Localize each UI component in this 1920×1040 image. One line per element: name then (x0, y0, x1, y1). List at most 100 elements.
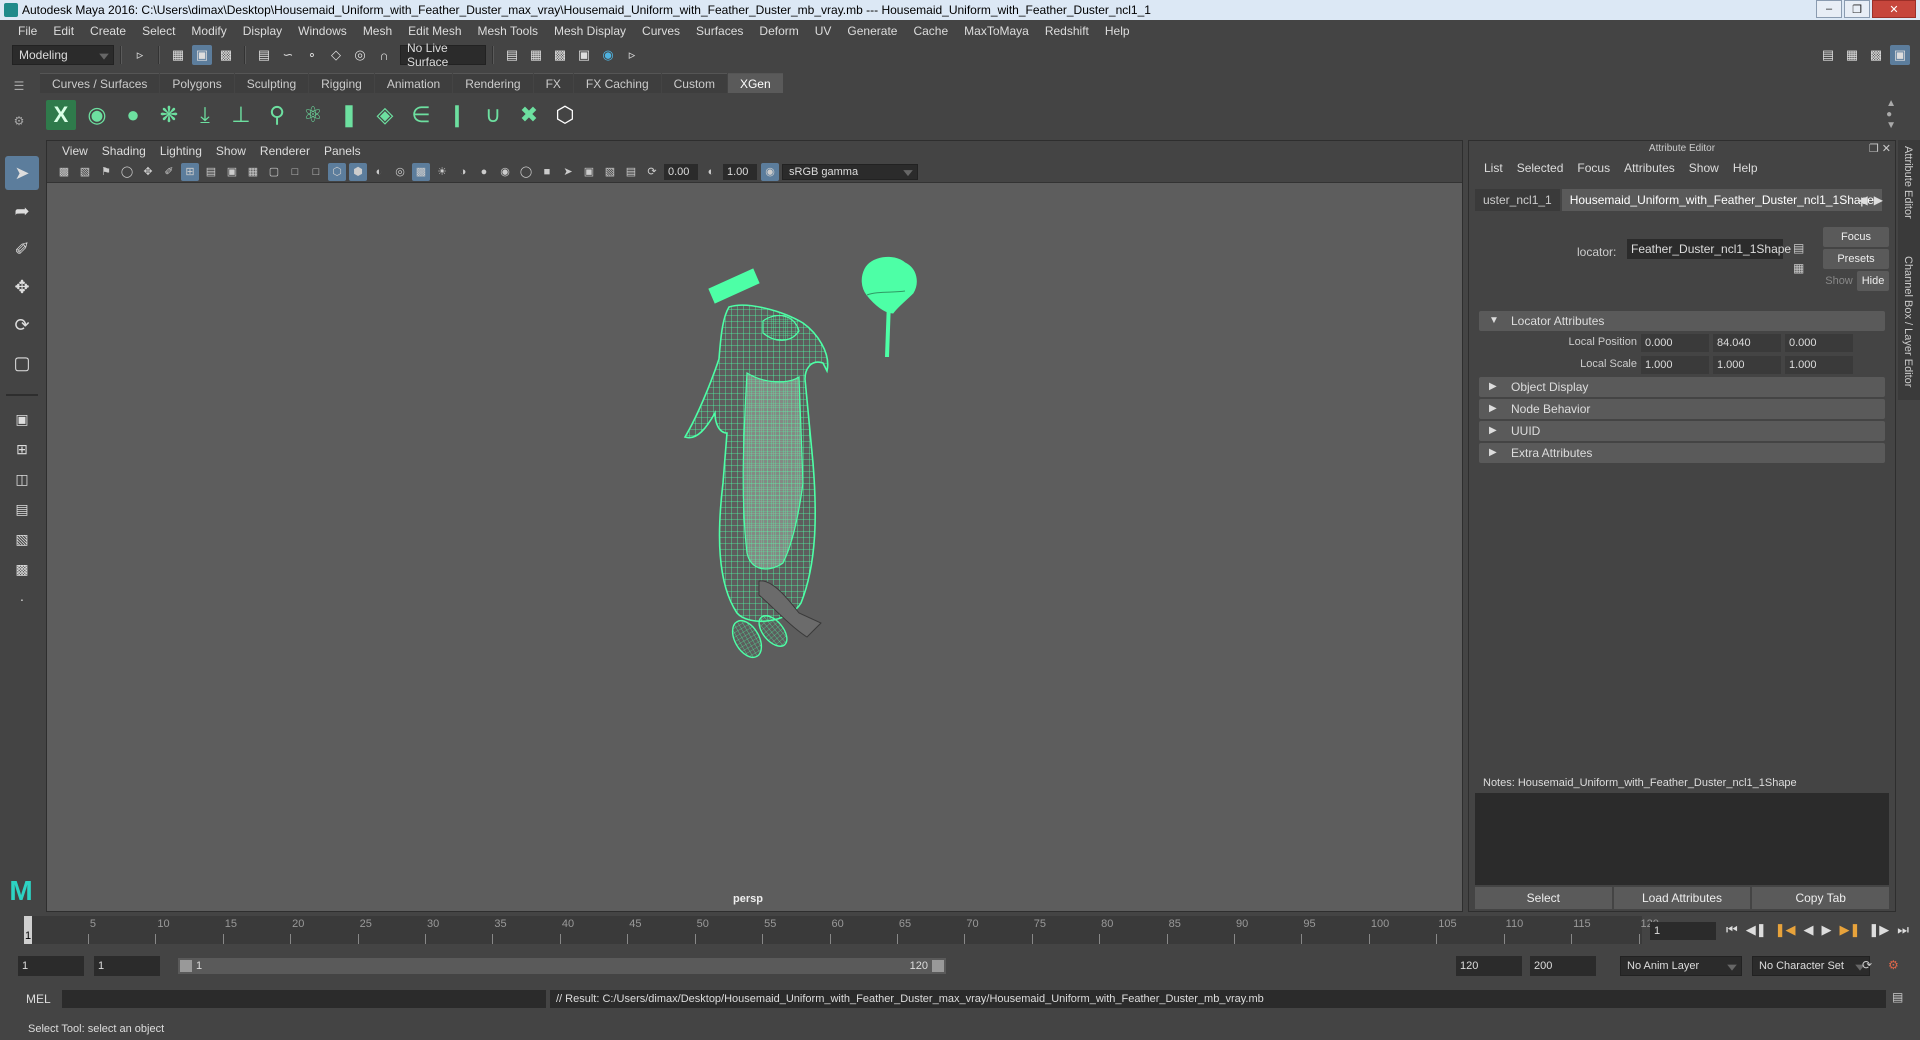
anti-aliasing-icon[interactable]: ◯ (517, 163, 535, 181)
range-end-handle[interactable] (932, 960, 944, 972)
step-forward-key-icon[interactable]: ❚▶ (1868, 922, 1889, 938)
menu-create[interactable]: Create (82, 24, 134, 38)
xgen-editor-icon[interactable]: X (46, 100, 76, 130)
menu-help[interactable]: Help (1097, 24, 1138, 38)
viewport-menu-shading[interactable]: Shading (95, 144, 153, 158)
xgen-sculpt-guides-icon[interactable]: ❚ (334, 100, 364, 130)
single-perspective-layout-icon[interactable]: ▣ (5, 406, 39, 432)
render-settings-icon[interactable]: ▩ (550, 45, 570, 65)
gamma-icon[interactable]: ◐ (702, 163, 720, 181)
select-by-object-icon[interactable]: ▣ (192, 45, 212, 65)
headband-mesh[interactable] (708, 268, 760, 304)
script-editor-icon[interactable]: ▤ (1892, 990, 1910, 1008)
ae-tab-transform[interactable]: uster_ncl1_1 (1475, 189, 1560, 211)
copy-tab-button[interactable]: Copy Tab (1752, 887, 1890, 909)
exposure-field[interactable]: 0.00 (664, 163, 698, 180)
render-frame-icon[interactable]: ▤ (502, 45, 522, 65)
more-layouts-icon[interactable]: · (5, 586, 39, 612)
film-gate-icon[interactable]: ▤ (202, 163, 220, 181)
select-by-hierarchy-icon[interactable]: ▦ (168, 45, 188, 65)
xgen-create-description-icon[interactable]: ● (118, 100, 148, 130)
character-set-dropdown[interactable]: No Character Set (1752, 956, 1870, 976)
ae-menu-selected[interactable]: Selected (1510, 161, 1571, 175)
locator-name-field[interactable]: Feather_Duster_ncl1_1Shape (1627, 239, 1791, 259)
channel-box-icon[interactable]: ▩ (1866, 45, 1886, 65)
use-all-lights-icon[interactable]: ☀ (433, 163, 451, 181)
shelf-tab-fx[interactable]: FX (533, 73, 573, 93)
step-forward-frame-icon[interactable]: ▶❚ (1839, 922, 1860, 938)
xgen-grass-icon[interactable]: ❙ (442, 100, 472, 130)
step-back-key-icon[interactable]: ◀❚ (1746, 922, 1767, 938)
use-default-material-icon[interactable]: ◐ (370, 163, 388, 181)
side-tab-attribute-editor[interactable]: Attribute Editor (1902, 146, 1914, 219)
shelf-settings-icon[interactable]: ⚙ (14, 114, 25, 128)
shelf-menu-dots-icon[interactable]: ● (1886, 109, 1896, 120)
feather-duster-mesh[interactable] (861, 256, 917, 357)
xray-active-components-icon[interactable]: ▧ (601, 163, 619, 181)
snap-live-icon[interactable]: ◎ (350, 45, 370, 65)
section-object-display[interactable]: ▶ Object Display (1479, 377, 1885, 397)
menu-mesh-display[interactable]: Mesh Display (546, 24, 634, 38)
rotate-tool-icon[interactable]: ⟳ (5, 308, 39, 342)
menu-uv[interactable]: UV (807, 24, 840, 38)
range-slider-bar[interactable]: 1 120 (178, 958, 946, 974)
mel-label[interactable]: MEL (26, 992, 51, 1006)
xgen-hex-logo-icon[interactable]: ⬡ (550, 100, 580, 130)
focus-button[interactable]: Focus (1823, 227, 1889, 247)
snap-curve-icon[interactable]: ∽ (278, 45, 298, 65)
menu-set-dropdown[interactable]: Modeling (12, 45, 114, 65)
section-extra-attributes[interactable]: ▶ Extra Attributes (1479, 443, 1885, 463)
viewport-menu-view[interactable]: View (55, 144, 95, 158)
section-uuid[interactable]: ▶ UUID (1479, 421, 1885, 441)
step-back-frame-icon[interactable]: ❚◀ (1775, 922, 1796, 938)
auto-key-icon[interactable]: ⟳ (1862, 958, 1872, 972)
time-slider-track[interactable]: 5 10 15 20 25 30 35 40 45 50 55 60 65 70 75 80 85 90 95 100… (24, 916, 1659, 944)
menu-mesh[interactable]: Mesh (355, 24, 400, 38)
xgen-move-guide-icon[interactable]: ⊥ (226, 100, 256, 130)
shelf-scroll-down-icon[interactable]: ▼ (1886, 120, 1896, 131)
camera-select-icon[interactable]: ▩ (55, 163, 73, 181)
node-editor-layout-icon[interactable]: ▩ (5, 556, 39, 582)
snap-magnet-icon[interactable]: ∩ (374, 45, 394, 65)
menu-redshift[interactable]: Redshift (1037, 24, 1097, 38)
snap-view-plane-icon[interactable]: ◇ (326, 45, 346, 65)
menu-modify[interactable]: Modify (183, 24, 234, 38)
viewport-menu-lighting[interactable]: Lighting (153, 144, 209, 158)
local-scale-x-field[interactable]: 1.000 (1641, 356, 1709, 374)
collapse-arrow-icon[interactable]: ▹ (130, 45, 150, 65)
select-tool-icon[interactable]: ➤ (5, 156, 39, 190)
render-view-icon[interactable]: ◉ (598, 45, 618, 65)
screen-space-ao-icon[interactable]: ● (475, 163, 493, 181)
float-panel-icon[interactable]: ❐ (1869, 143, 1879, 155)
menu-mesh-tools[interactable]: Mesh Tools (470, 24, 546, 38)
xgen-curve-to-guide-icon[interactable]: ∪ (478, 100, 508, 130)
paint-select-tool-icon[interactable]: ✐ (5, 232, 39, 266)
viewport-menu-renderer[interactable]: Renderer (253, 144, 317, 158)
shelf-tab-xgen[interactable]: XGen (727, 73, 783, 93)
load-attributes-button[interactable]: Load Attributes (1613, 887, 1751, 909)
menu-edit[interactable]: Edit (45, 24, 82, 38)
presets-button[interactable]: Presets (1823, 249, 1889, 269)
section-locator-attributes[interactable]: ▼ Locator Attributes (1479, 311, 1885, 331)
snap-point-icon[interactable]: ∘ (302, 45, 322, 65)
local-position-y-field[interactable]: 84.040 (1713, 334, 1781, 352)
go-to-end-icon[interactable]: ⏭ (1897, 922, 1909, 938)
xray-joints-icon[interactable]: ▤ (622, 163, 640, 181)
menu-windows[interactable]: Windows (290, 24, 355, 38)
xgen-preview-icon[interactable]: ◉ (82, 100, 112, 130)
dress-mesh[interactable] (683, 304, 829, 623)
gamma-field[interactable]: 1.00 (723, 163, 757, 180)
current-frame-field[interactable]: 1 (1650, 922, 1716, 940)
motion-blur-icon[interactable]: ◉ (496, 163, 514, 181)
xgen-lock-icon[interactable]: ⚛ (298, 100, 328, 130)
expand-arrow-icon[interactable]: ▹ (622, 45, 642, 65)
hide-button[interactable]: Hide (1857, 271, 1889, 291)
anim-layer-dropdown[interactable]: No Anim Layer (1620, 956, 1742, 976)
camera-attributes-icon[interactable]: ▧ (76, 163, 94, 181)
menu-surfaces[interactable]: Surfaces (688, 24, 751, 38)
scale-tool-icon[interactable]: ▢ (5, 346, 39, 380)
mel-input[interactable] (62, 990, 546, 1008)
play-forwards-icon[interactable]: ▶ (1821, 922, 1831, 938)
animation-end-field[interactable]: 200 (1530, 956, 1596, 976)
side-tab-channel-box[interactable]: Channel Box / Layer Editor (1902, 256, 1914, 387)
